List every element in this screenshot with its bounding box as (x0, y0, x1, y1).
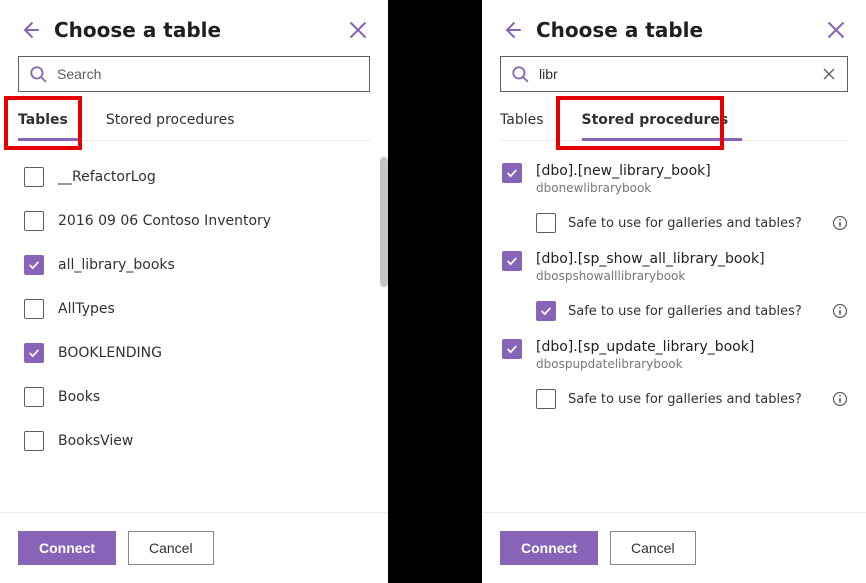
item-label: 2016 09 06 Contoso Inventory (58, 213, 271, 229)
checkbox[interactable] (24, 387, 44, 407)
list-item[interactable]: BOOKLENDING (0, 331, 388, 375)
back-icon[interactable] (502, 20, 522, 40)
procedure-name: [dbo].[new_library_book] (536, 163, 711, 179)
list-item[interactable]: AllTypes (0, 287, 388, 331)
safe-label: Safe to use for galleries and tables? (568, 304, 824, 319)
checkbox[interactable] (536, 389, 556, 409)
search-box[interactable] (18, 56, 370, 92)
footer: Connect Cancel (482, 512, 866, 583)
info-icon[interactable] (832, 391, 848, 407)
procedure-list: [dbo].[new_library_book] dbonewlibrarybo… (482, 141, 866, 419)
checkbox[interactable] (24, 211, 44, 231)
checkbox[interactable] (24, 167, 44, 187)
cancel-button[interactable]: Cancel (128, 531, 214, 565)
gap (388, 0, 482, 583)
item-label: __RefactorLog (58, 169, 156, 185)
search-icon (511, 65, 529, 83)
procedure-subtitle: dbospshowalllibrarybook (536, 269, 765, 283)
right-panel: Choose a table Tables Stored procedures (482, 0, 866, 583)
list-item[interactable]: all_library_books (0, 243, 388, 287)
safe-label: Safe to use for galleries and tables? (568, 216, 824, 231)
procedure-name: [dbo].[sp_show_all_library_book] (536, 251, 765, 267)
safe-option[interactable]: Safe to use for galleries and tables? (482, 291, 866, 331)
tab-stored-procedures[interactable]: Stored procedures (106, 102, 249, 140)
safe-option[interactable]: Safe to use for galleries and tables? (482, 203, 866, 243)
info-icon[interactable] (832, 215, 848, 231)
tab-stored-procedures[interactable]: Stored procedures (582, 102, 743, 141)
procedure-item[interactable]: [dbo].[sp_update_library_book] dbospupda… (482, 331, 866, 379)
list-item[interactable]: BooksView (0, 419, 388, 463)
checkbox[interactable] (24, 431, 44, 451)
procedure-subtitle: dbospupdatelibrarybook (536, 357, 754, 371)
header: Choose a table (482, 0, 866, 56)
procedure-item[interactable]: [dbo].[sp_show_all_library_book] dbospsh… (482, 243, 866, 291)
item-label: Books (58, 389, 100, 405)
checkbox[interactable] (536, 301, 556, 321)
checkbox[interactable] (502, 251, 522, 271)
tabs: Tables Stored procedures (18, 102, 370, 141)
search-input[interactable] (55, 65, 359, 83)
tab-tables[interactable]: Tables (18, 102, 82, 141)
connect-button[interactable]: Connect (18, 531, 116, 565)
tab-tables[interactable]: Tables (500, 102, 558, 140)
panel-title: Choose a table (536, 18, 826, 42)
safe-option[interactable]: Safe to use for galleries and tables? (482, 379, 866, 419)
item-label: BooksView (58, 433, 133, 449)
item-label: BOOKLENDING (58, 345, 162, 361)
scrollbar[interactable] (380, 157, 388, 287)
close-icon[interactable] (348, 20, 368, 40)
left-panel: Choose a table Tables Stored procedures … (0, 0, 388, 583)
list-item[interactable]: Books (0, 375, 388, 419)
connect-button[interactable]: Connect (500, 531, 598, 565)
header: Choose a table (0, 0, 388, 56)
item-label: all_library_books (58, 257, 175, 273)
procedure-subtitle: dbonewlibrarybook (536, 181, 711, 195)
safe-label: Safe to use for galleries and tables? (568, 392, 824, 407)
checkbox[interactable] (24, 343, 44, 363)
checkbox[interactable] (24, 255, 44, 275)
search-icon (29, 65, 47, 83)
close-icon[interactable] (826, 20, 846, 40)
item-label: AllTypes (58, 301, 115, 317)
search-box[interactable] (500, 56, 848, 92)
procedure-name: [dbo].[sp_update_library_book] (536, 339, 754, 355)
search-input[interactable] (537, 65, 821, 83)
checkbox[interactable] (536, 213, 556, 233)
info-icon[interactable] (832, 303, 848, 319)
footer: Connect Cancel (0, 512, 388, 583)
search-wrap (482, 56, 866, 102)
back-icon[interactable] (20, 20, 40, 40)
procedure-item[interactable]: [dbo].[new_library_book] dbonewlibrarybo… (482, 155, 866, 203)
cancel-button[interactable]: Cancel (610, 531, 696, 565)
list-item[interactable]: __RefactorLog (0, 155, 388, 199)
tabs: Tables Stored procedures (500, 102, 848, 141)
table-list: __RefactorLog 2016 09 06 Contoso Invento… (0, 141, 388, 463)
checkbox[interactable] (24, 299, 44, 319)
checkbox[interactable] (502, 339, 522, 359)
list-item[interactable]: 2016 09 06 Contoso Inventory (0, 199, 388, 243)
clear-icon[interactable] (821, 66, 837, 82)
checkbox[interactable] (502, 163, 522, 183)
search-wrap (0, 56, 388, 102)
panel-title: Choose a table (54, 18, 348, 42)
